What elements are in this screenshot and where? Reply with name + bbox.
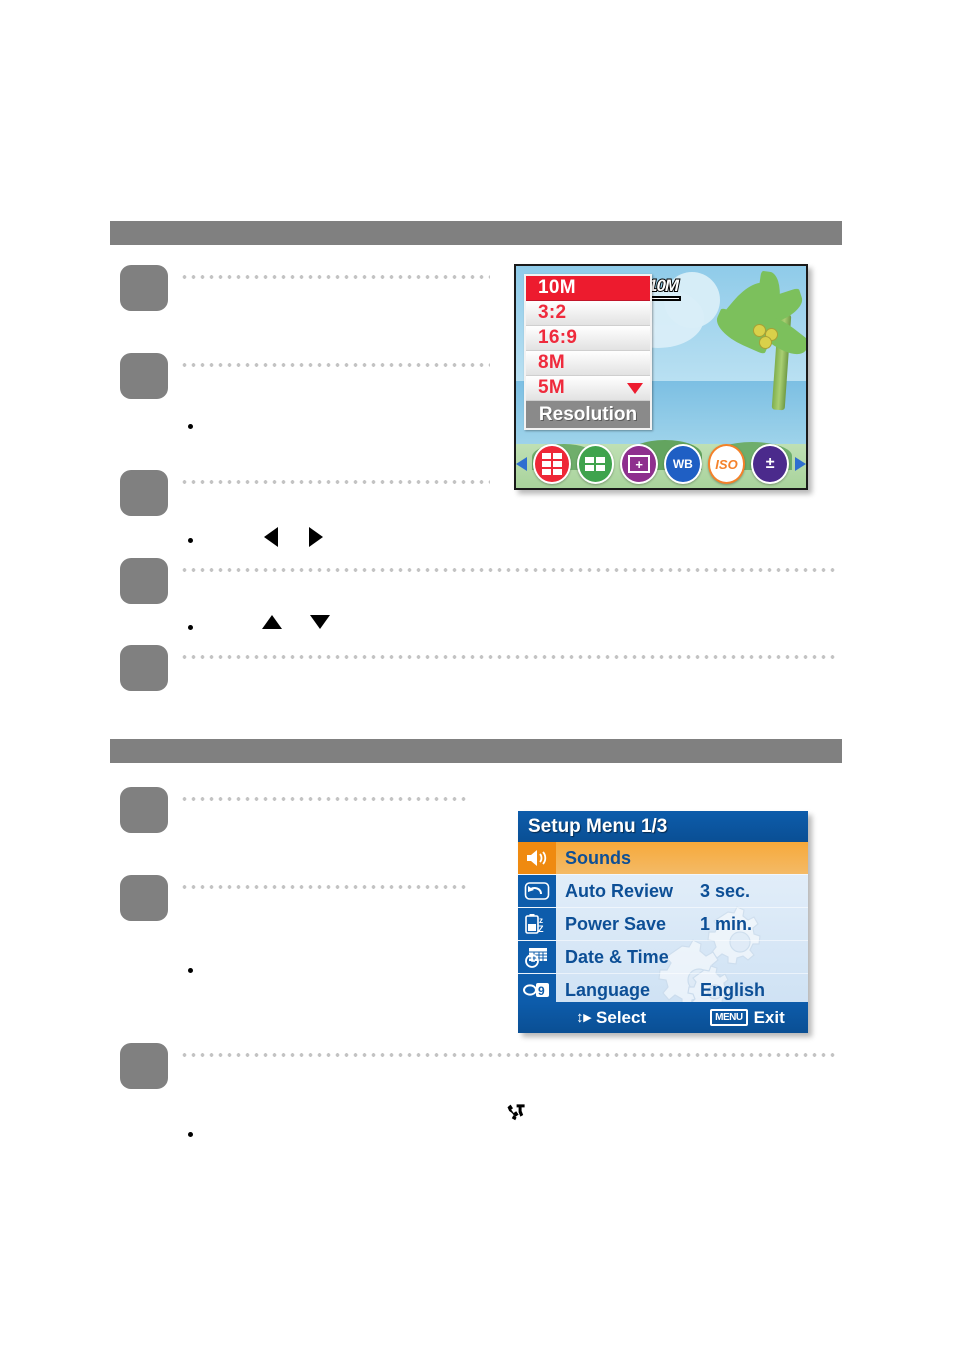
resolution-option-label: 10M xyxy=(538,277,576,298)
step-number-chip xyxy=(120,470,168,516)
step-number-chip xyxy=(120,265,168,311)
right-arrow-icon xyxy=(309,527,323,547)
up-arrow-icon xyxy=(262,615,282,629)
strip-left-arrow-icon[interactable] xyxy=(516,457,527,471)
power-save-battery-icon: z Z xyxy=(518,908,556,940)
step-number-chip xyxy=(120,558,168,604)
resolution-option-label: 8M xyxy=(538,352,565,373)
auto-review-undo-icon xyxy=(518,875,556,907)
setup-row-label: Auto Review xyxy=(565,880,674,901)
step-leader-dots xyxy=(180,797,470,801)
resolution-option[interactable]: 3:2 xyxy=(526,301,650,326)
step-number-chip xyxy=(120,875,168,921)
step-leader-dots xyxy=(180,885,470,889)
resolution-option[interactable]: 16:9 xyxy=(526,326,650,351)
resolution-option[interactable]: 10M xyxy=(526,276,650,301)
setup-row-label: Sounds xyxy=(565,847,631,868)
step-leader-dots xyxy=(180,1053,835,1057)
resolution-option-list: 10M 3:2 16:9 8M 5M xyxy=(526,276,650,401)
left-arrow-icon xyxy=(264,527,278,547)
setup-row-label: Date & Time xyxy=(565,946,669,967)
grid-glyph xyxy=(541,453,562,475)
exposure-compensation-icon[interactable]: ± xyxy=(751,444,790,484)
resolution-badge: 10M xyxy=(647,275,681,301)
iso-label: ISO xyxy=(715,456,738,472)
menu-key-badge: MENU xyxy=(710,1009,748,1026)
manual-page: 10M 10M 3:2 16:9 8M 5M Resolution + WB I… xyxy=(0,0,954,1350)
setup-row-value: 3 sec. xyxy=(700,880,751,901)
sub-bullet xyxy=(188,625,193,630)
resolution-menu-title: Resolution xyxy=(526,401,650,428)
resolution-option-label: 16:9 xyxy=(538,327,578,348)
section-heading-bar-1 xyxy=(110,221,842,245)
setup-row-sounds[interactable]: Sounds xyxy=(518,842,808,874)
capture-settings-icon-strip: + WB ISO ± xyxy=(516,442,806,486)
exit-label: Exit xyxy=(753,1007,785,1027)
date-time-calendar-clock-icon xyxy=(518,941,556,973)
scroll-down-icon[interactable] xyxy=(627,383,643,394)
step-number-chip xyxy=(120,1043,168,1089)
step-leader-dots xyxy=(180,363,490,367)
resolution-badge-underline xyxy=(649,296,681,301)
resolution-option[interactable]: 8M xyxy=(526,351,650,376)
setup-row-label: Power Save xyxy=(565,913,667,934)
setup-menu-title: Setup Menu 1/3 xyxy=(518,811,808,842)
updown-arrow-icon: ↕▸ xyxy=(576,1009,592,1026)
resolution-option-label: 5M xyxy=(538,377,565,398)
step-number-chip xyxy=(120,645,168,691)
select-hint: ↕▸ Select xyxy=(576,1008,646,1028)
exit-hint: MENU Exit xyxy=(710,1008,785,1028)
strip-right-arrow-icon[interactable] xyxy=(795,457,806,471)
step-number-chip xyxy=(120,787,168,833)
resolution-icon[interactable] xyxy=(532,444,571,484)
sounds-speaker-icon xyxy=(518,842,556,874)
sub-bullet xyxy=(188,968,193,973)
step-leader-dots xyxy=(180,275,490,279)
sub-bullet xyxy=(188,424,193,429)
select-label: Select xyxy=(596,1007,647,1027)
setup-row-value: 1 min. xyxy=(700,913,753,934)
down-arrow-icon xyxy=(310,615,330,629)
white-balance-icon[interactable]: WB xyxy=(664,444,702,484)
resolution-badge-label: 10M xyxy=(647,275,680,296)
setup-row-auto-review[interactable]: Auto Review 3 sec. xyxy=(518,874,808,907)
quality-glyph xyxy=(585,457,606,471)
sharpness-glyph: + xyxy=(628,455,651,473)
svg-text:9: 9 xyxy=(538,984,545,998)
resolution-option-label: 3:2 xyxy=(538,302,567,323)
setup-menu-body: Sounds Auto Review 3 sec. z Z Power Save… xyxy=(518,842,808,1006)
coconut xyxy=(759,336,772,349)
setup-menu-footer: ↕▸ Select MENU Exit xyxy=(518,1002,808,1033)
setup-row-value: English xyxy=(700,979,766,1000)
quality-icon[interactable] xyxy=(576,444,615,484)
iso-icon[interactable]: ISO xyxy=(707,444,746,484)
svg-text:Z: Z xyxy=(538,924,544,934)
sub-bullet xyxy=(188,1132,193,1137)
setup-row-date-time[interactable]: Date & Time xyxy=(518,940,808,973)
white-balance-label: WB xyxy=(672,457,693,471)
resolution-dropdown[interactable]: 10M 3:2 16:9 8M 5M Resolution xyxy=(524,274,652,430)
setup-row-label: Language xyxy=(565,979,651,1000)
lcd-resolution-screen: 10M 10M 3:2 16:9 8M 5M Resolution + WB I… xyxy=(514,264,808,490)
step-leader-dots xyxy=(180,480,490,484)
step-number-chip xyxy=(120,353,168,399)
lcd-setup-menu-screen: Setup Menu 1/3 Sounds Auto Review 3 sec.… xyxy=(518,811,808,1033)
ev-glyph: ± xyxy=(765,455,775,472)
sub-bullet xyxy=(188,538,193,543)
tools-icon xyxy=(504,1102,530,1128)
resolution-option[interactable]: 5M xyxy=(526,376,650,401)
step-leader-dots xyxy=(180,568,835,572)
setup-row-power-save[interactable]: z Z Power Save 1 min. xyxy=(518,907,808,940)
step-leader-dots xyxy=(180,655,835,659)
section-heading-bar-2 xyxy=(110,739,842,763)
sharpness-icon[interactable]: + xyxy=(620,444,658,484)
